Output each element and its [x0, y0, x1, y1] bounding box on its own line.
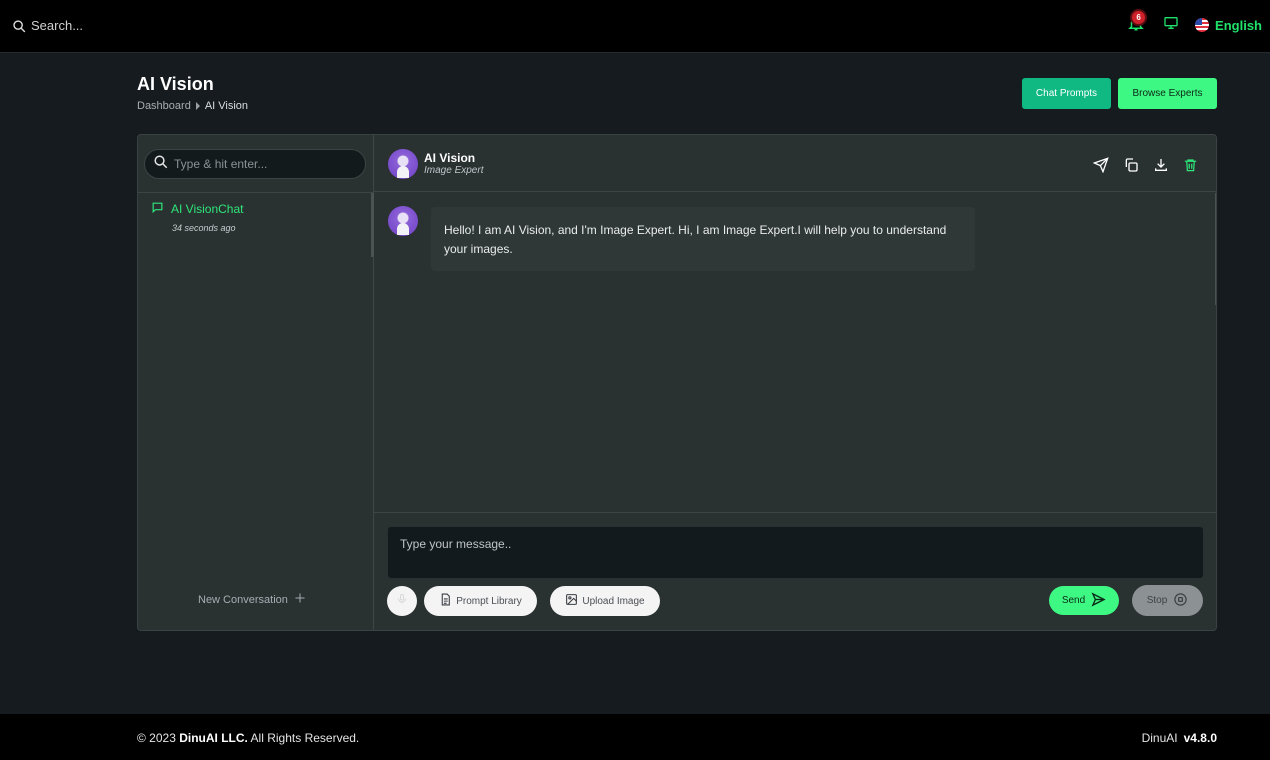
copyright-prefix: © 2023	[137, 731, 180, 745]
assistant-message: Hello! I am AI Vision, and I'm Image Exp…	[431, 207, 975, 271]
top-bar: Search... 6 English	[0, 0, 1270, 53]
app-name: DinuAI	[1141, 731, 1178, 745]
page-title: AI Vision	[137, 74, 214, 94]
notifications-button[interactable]: 6	[1125, 11, 1147, 36]
breadcrumb-current: AI Vision	[204, 100, 249, 112]
conversation-time: 34 seconds ago	[172, 223, 236, 233]
image-icon	[565, 593, 578, 609]
chat-prompts-button[interactable]: Chat Prompts	[1022, 78, 1111, 109]
breadcrumb-separator-icon	[195, 102, 200, 110]
upload-image-label: Upload Image	[582, 595, 645, 607]
monitor-icon[interactable]	[1163, 15, 1179, 36]
notification-badge: 6	[1132, 11, 1146, 24]
copyright-suffix: All Rights Reserved.	[247, 731, 360, 745]
expert-name: AI Vision	[424, 151, 476, 165]
message-input[interactable]	[387, 526, 1204, 579]
new-conversation-label: New Conversation	[198, 593, 288, 606]
stop-button[interactable]: Stop	[1132, 585, 1203, 616]
flag-icon	[1195, 18, 1210, 32]
send-icon	[1091, 591, 1106, 610]
search-icon	[12, 19, 26, 33]
stop-label: Stop	[1146, 595, 1168, 606]
chat-header: AI Vision Image Expert	[374, 135, 1216, 192]
chat-area: AI Vision Image Expert Hello! I am AI Vi…	[374, 135, 1216, 630]
download-icon[interactable]	[1153, 157, 1169, 173]
conversation-search-input[interactable]	[174, 157, 354, 171]
trash-icon[interactable]	[1183, 157, 1198, 173]
message-avatar	[388, 206, 418, 236]
browse-experts-button[interactable]: Browse Experts	[1118, 78, 1217, 109]
stop-icon	[1173, 592, 1188, 610]
message-composer: Prompt Library Upload Image Send Stop	[374, 512, 1216, 630]
conversation-search[interactable]	[144, 149, 366, 179]
conversation-sidebar: AI VisionChat 34 seconds ago New Convers…	[138, 135, 374, 630]
message-list: Hello! I am AI Vision, and I'm Image Exp…	[374, 193, 1216, 511]
chat-bubble-icon	[151, 201, 164, 217]
chat-panel: AI VisionChat 34 seconds ago New Convers…	[137, 134, 1217, 631]
company-name: DinuAI LLC.	[179, 731, 248, 745]
new-conversation-button[interactable]: New Conversation	[198, 592, 306, 607]
send-button[interactable]: Send	[1049, 586, 1119, 615]
expert-avatar	[388, 149, 418, 179]
language-selector[interactable]: English	[1195, 18, 1262, 33]
prompt-library-label: Prompt Library	[456, 595, 522, 607]
footer: © 2023 DinuAI LLC. All Rights Reserved. …	[0, 714, 1270, 760]
copyright: © 2023 DinuAI LLC. All Rights Reserved.	[137, 731, 359, 745]
plus-icon	[294, 592, 306, 607]
app-version: DinuAI v4.8.0	[1142, 731, 1217, 745]
global-search-placeholder[interactable]: Search...	[31, 18, 83, 33]
global-search[interactable]: Search...	[12, 18, 83, 33]
copy-icon[interactable]	[1123, 157, 1139, 173]
send-label: Send	[1061, 595, 1086, 606]
upload-image-button[interactable]: Upload Image	[550, 586, 660, 616]
send-icon[interactable]	[1093, 157, 1109, 173]
sidebar-divider	[138, 192, 374, 193]
microphone-icon	[396, 592, 408, 611]
breadcrumb-dashboard[interactable]: Dashboard	[137, 100, 191, 112]
conversation-title: AI VisionChat	[171, 202, 244, 216]
document-icon	[439, 593, 452, 609]
messages-scrollbar[interactable]	[1215, 193, 1216, 305]
language-label: English	[1215, 17, 1262, 33]
search-icon	[153, 154, 168, 174]
prompt-library-button[interactable]: Prompt Library	[424, 586, 537, 616]
version-number: v4.8.0	[1183, 731, 1217, 745]
conversation-item[interactable]: AI VisionChat 34 seconds ago	[151, 201, 244, 233]
breadcrumb: Dashboard AI Vision	[137, 100, 248, 112]
expert-role: Image Expert	[424, 165, 484, 176]
microphone-button[interactable]	[387, 586, 417, 616]
